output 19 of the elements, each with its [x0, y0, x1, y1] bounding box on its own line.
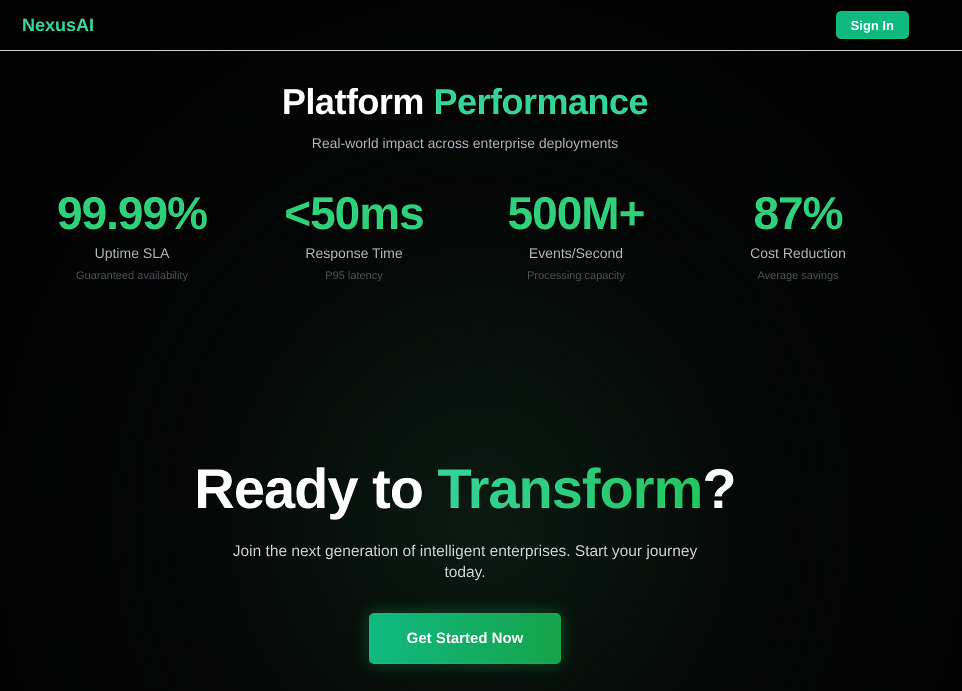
- cta-heading: Ready to Transform?: [194, 457, 736, 521]
- stat-note: Processing capacity: [527, 270, 625, 282]
- stat-note: Guaranteed availability: [76, 270, 188, 282]
- cta-text: Join the next generation of intelligent enterprises. Start your journey today.: [232, 542, 698, 583]
- sign-in-button[interactable]: Sign In: [836, 11, 909, 39]
- stat-note: Average savings: [757, 270, 839, 282]
- stat-note: P95 latency: [325, 270, 383, 282]
- stat-label: Uptime SLA: [94, 245, 170, 261]
- stat-value: 99.99%: [56, 187, 207, 239]
- stat-label: Response Time: [305, 245, 403, 261]
- stat-value: <50ms: [284, 187, 424, 239]
- stat-label: Events/Second: [528, 245, 624, 261]
- get-started-button[interactable]: Get Started Now: [369, 613, 561, 664]
- stat-value: 87%: [753, 187, 843, 239]
- logo[interactable]: NexusAI: [22, 14, 94, 36]
- stat-label: Cost Reduction: [750, 245, 846, 261]
- stat-value: 500M+: [508, 187, 644, 239]
- section-subtitle: Real-world impact across enterprise deployments: [312, 135, 618, 151]
- section-heading: Platform Performance: [282, 81, 648, 123]
